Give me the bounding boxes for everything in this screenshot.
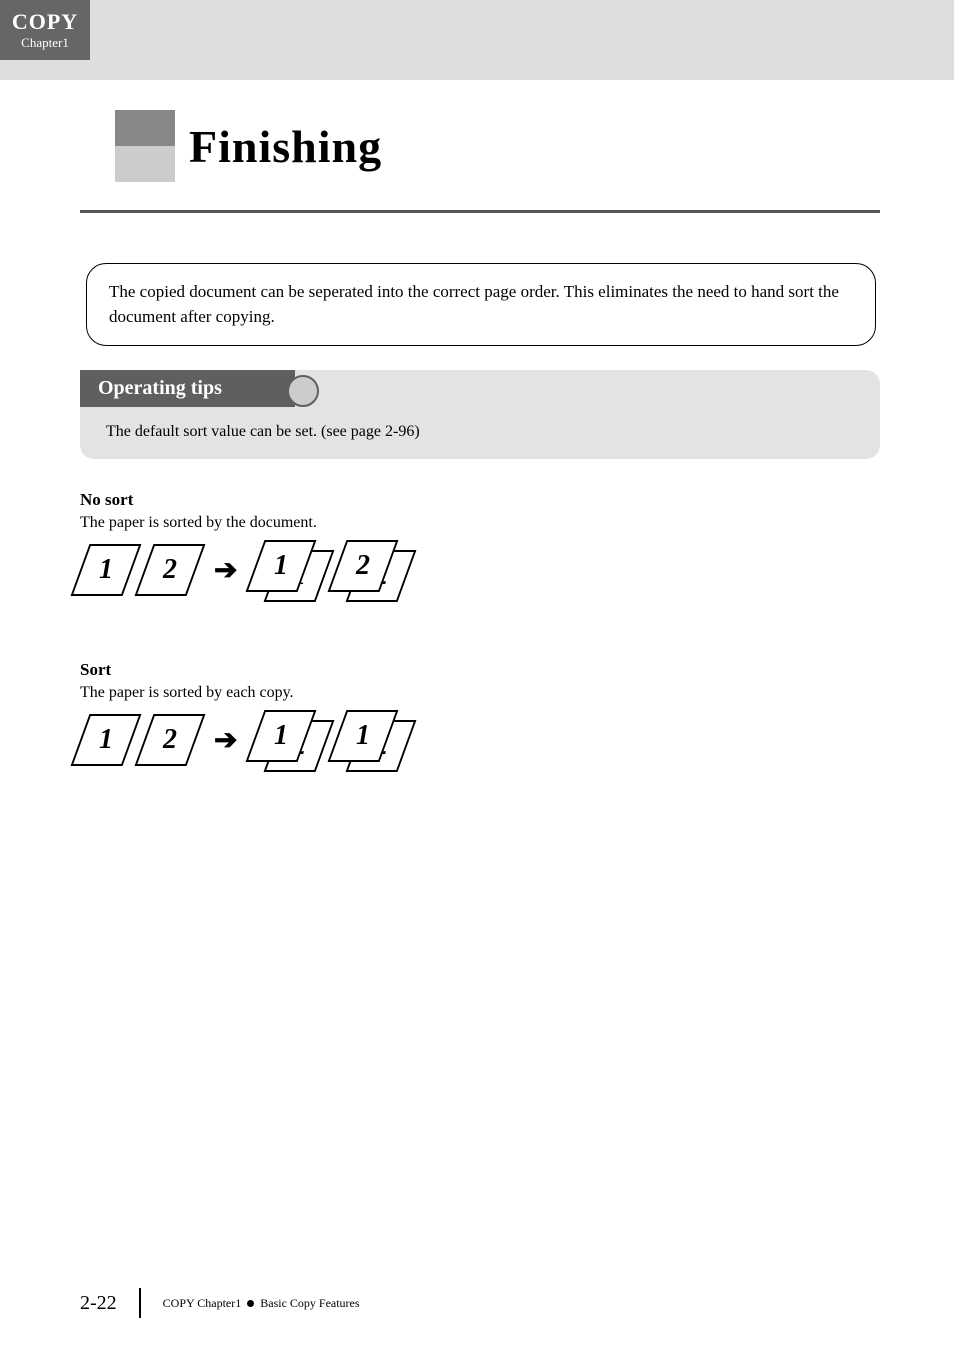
- tab-title: COPY: [12, 9, 78, 35]
- page-stack-icon: 2 2: [337, 540, 407, 600]
- no-sort-section: No sort The paper is sorted by the docum…: [80, 490, 880, 600]
- footer: 2-22 COPY Chapter1 Basic Copy Features: [80, 1288, 360, 1318]
- operating-tips-body: The default sort value can be set. (see …: [80, 423, 880, 441]
- no-sort-diagram: 1 2 ➔ 1 1 2 2: [80, 540, 880, 600]
- page-icon: 2: [135, 714, 206, 766]
- no-sort-title: No sort: [80, 490, 880, 510]
- page-icon: 2: [135, 544, 206, 596]
- divider: [80, 210, 880, 213]
- footer-divider: [139, 1288, 141, 1318]
- page-number: 2-22: [80, 1292, 117, 1315]
- page-title: Finishing: [189, 120, 382, 173]
- page-stack-icon: 1 1: [255, 540, 325, 600]
- footer-left: COPY Chapter1: [163, 1296, 242, 1311]
- page-stack-icon: 1 2: [337, 710, 407, 770]
- footer-text: COPY Chapter1 Basic Copy Features: [163, 1296, 360, 1311]
- no-sort-sub: The paper is sorted by the document.: [80, 514, 880, 532]
- chapter-tab: COPY Chapter1: [0, 0, 90, 60]
- page-icon: 1: [71, 714, 142, 766]
- heading-row: Finishing: [115, 110, 382, 182]
- sort-diagram: 1 2 ➔ 1 2 1 2: [80, 710, 880, 770]
- footer-right: Basic Copy Features: [260, 1296, 359, 1311]
- operating-tips-heading: Operating tips: [80, 370, 295, 407]
- bullet-icon: [247, 1300, 254, 1307]
- page-stack-icon: 1 2: [255, 710, 325, 770]
- sort-section: Sort The paper is sorted by each copy. 1…: [80, 660, 880, 770]
- heading-bullet-icon: [115, 110, 175, 182]
- header-bar: [0, 0, 954, 80]
- sort-title: Sort: [80, 660, 880, 680]
- intro-callout: The copied document can be seperated int…: [86, 263, 876, 346]
- sort-sub: The paper is sorted by each copy.: [80, 684, 880, 702]
- operating-tips-box: Operating tips The default sort value ca…: [80, 370, 880, 459]
- tab-sub: Chapter1: [21, 35, 69, 51]
- arrow-icon: ➔: [214, 723, 237, 757]
- page-icon: 1: [71, 544, 142, 596]
- arrow-icon: ➔: [214, 553, 237, 587]
